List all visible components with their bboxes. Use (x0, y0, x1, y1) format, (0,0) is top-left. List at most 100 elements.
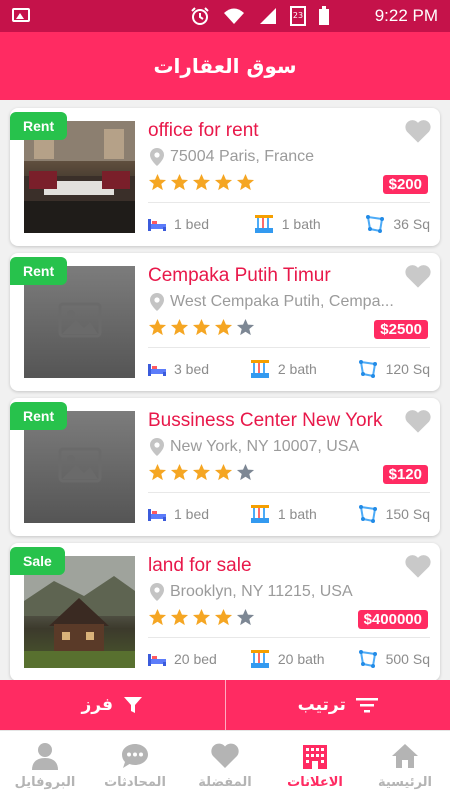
alarm-icon (191, 7, 209, 25)
area-spec: 500 Sq (358, 649, 430, 669)
star-filled-icon (148, 463, 167, 481)
bed-icon (148, 364, 166, 376)
beds-spec: 1 bed (148, 506, 209, 522)
tab-label: الاعلانات (287, 775, 343, 790)
app-bar: سوق العقارات (0, 32, 450, 100)
bed-icon (148, 654, 166, 666)
listing-price: $400000 (357, 610, 428, 629)
listing-price: $200 (382, 175, 428, 194)
star-filled-icon (192, 463, 211, 481)
listing-location: 75004 Paris, France (150, 148, 314, 166)
favorite-heart-icon[interactable] (404, 408, 432, 434)
listing-title[interactable]: land for sale (148, 555, 252, 577)
beds-spec: 20 bed (148, 651, 217, 667)
listing-specs: 1 bed 1 bath 150 Sq (148, 501, 430, 527)
sort-lines-icon (355, 698, 378, 713)
sort-button[interactable]: ترتيب (224, 680, 450, 730)
listing-card[interactable]: Rent Cempaka Putih Timur West Cempaka Pu… (10, 253, 440, 391)
filter-label: فرز (81, 695, 114, 715)
tab-favorites[interactable]: المفضلة (180, 731, 270, 800)
status-icons: 23 (190, 6, 330, 26)
area-spec: 150 Sq (358, 504, 430, 524)
card-divider (148, 637, 430, 638)
tab-home[interactable]: الرئيسية (360, 731, 450, 800)
filter-button[interactable]: فرز (0, 680, 225, 730)
star-filled-icon (214, 463, 233, 481)
star-filled-icon (170, 173, 189, 191)
filter-funnel-icon (124, 697, 142, 713)
listing-type-badge: Rent (10, 112, 68, 140)
tab-label: البروفايل (14, 775, 76, 790)
baths-count: 2 bath (277, 361, 317, 377)
building-icon (303, 745, 327, 769)
sort-label: ترتيب (297, 695, 346, 715)
listing-location: West Cempaka Putih, Cempa... (150, 293, 394, 311)
favorite-heart-icon[interactable] (404, 553, 432, 579)
bottom-tab-bar: البروفايل المحادثات المفضلة الاعلانات ال… (0, 730, 450, 800)
baths-spec: 20 bath (250, 650, 325, 668)
star-filled-icon (170, 608, 189, 626)
star-filled-icon (214, 608, 233, 626)
star-filled-icon (192, 608, 211, 626)
baths-spec: 1 bath (250, 505, 317, 523)
favorite-heart-icon[interactable] (404, 263, 432, 289)
rating-stars (148, 318, 255, 337)
listing-title[interactable]: Cempaka Putih Timur (148, 265, 331, 287)
beds-spec: 3 bed (148, 361, 209, 377)
star-filled-icon (148, 173, 167, 191)
area-spec: 36 Sq (365, 214, 430, 234)
location-text: New York, NY 10007, USA (170, 438, 360, 455)
heart-icon (211, 743, 239, 768)
location-pin-icon (150, 148, 164, 166)
area-size: 150 Sq (385, 506, 430, 522)
listing-type-badge: Sale (10, 547, 65, 575)
rating-stars (148, 463, 255, 482)
star-empty-icon (236, 318, 255, 336)
area-size: 500 Sq (385, 651, 430, 667)
listing-specs: 20 bed 20 bath 500 Sq (148, 646, 430, 672)
tab-label: الرئيسية (377, 775, 433, 790)
area-size: 36 Sq (393, 216, 430, 232)
calendar-icon: 23 (290, 6, 306, 26)
tab-chats[interactable]: المحادثات (90, 731, 180, 800)
star-filled-icon (192, 173, 211, 191)
baths-spec: 2 bath (250, 360, 317, 378)
area-spec: 120 Sq (358, 359, 430, 379)
listing-specs: 3 bed 2 bath 120 Sq (148, 356, 430, 382)
location-pin-icon (150, 583, 164, 601)
beds-count: 3 bed (174, 361, 210, 377)
status-bar: 23 9:22 PM (0, 0, 450, 32)
user-icon (32, 743, 58, 770)
star-filled-icon (170, 318, 189, 336)
beds-count: 1 bed (174, 506, 210, 522)
star-empty-icon (236, 463, 255, 481)
signal-icon (260, 8, 276, 24)
listing-price: $2500 (374, 320, 428, 339)
star-filled-icon (192, 318, 211, 336)
image-icon (12, 8, 30, 22)
area-icon (366, 215, 385, 233)
rating-stars (148, 608, 255, 627)
tab-label: المفضلة (198, 775, 252, 790)
tab-ads[interactable]: الاعلانات (270, 731, 360, 800)
listings-list[interactable]: Rent office for rent 75004 Paris, France… (0, 100, 450, 680)
listing-title[interactable]: Bussiness Center New York (148, 410, 382, 432)
area-icon (358, 505, 377, 523)
bath-icon (250, 650, 269, 668)
wifi-icon (224, 8, 244, 24)
star-empty-icon (236, 608, 255, 626)
bath-icon (254, 215, 273, 233)
card-divider (148, 202, 430, 203)
listing-card[interactable]: Sale land for sale Brooklyn, NY 11215, U… (10, 543, 440, 680)
card-divider (148, 347, 430, 348)
listing-card[interactable]: Rent Bussiness Center New York New York,… (10, 398, 440, 536)
battery-icon (319, 6, 329, 25)
beds-count: 20 bed (174, 651, 217, 667)
listing-title[interactable]: office for rent (148, 120, 259, 142)
baths-spec: 1 bath (254, 215, 321, 233)
location-text: Brooklyn, NY 11215, USA (170, 583, 353, 600)
location-pin-icon (150, 293, 164, 311)
favorite-heart-icon[interactable] (404, 118, 432, 144)
tab-profile[interactable]: البروفايل (0, 731, 90, 800)
listing-card[interactable]: Rent office for rent 75004 Paris, France… (10, 108, 440, 246)
